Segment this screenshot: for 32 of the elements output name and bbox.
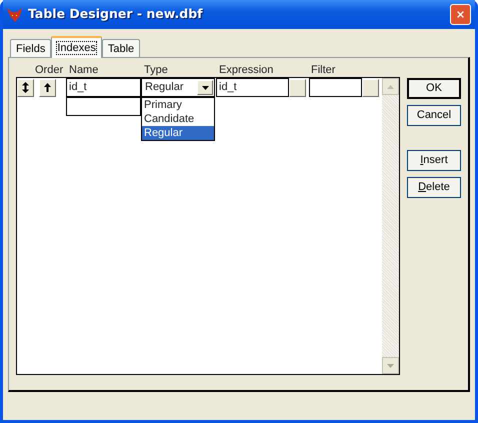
name-field[interactable] bbox=[66, 97, 141, 116]
type-combo[interactable]: Regular bbox=[141, 78, 215, 97]
caret-icon bbox=[202, 86, 208, 90]
fox-icon bbox=[6, 6, 23, 22]
column-header: Order bbox=[35, 63, 64, 78]
filter-builder-button[interactable] bbox=[362, 78, 379, 96]
dropdown-button[interactable] bbox=[197, 80, 213, 95]
name-field[interactable]: id_t bbox=[66, 78, 141, 97]
dropdown-option[interactable]: Candidate bbox=[142, 112, 214, 126]
close-button[interactable] bbox=[450, 4, 471, 25]
dropdown-option[interactable]: Primary bbox=[142, 98, 214, 112]
mover-handle[interactable] bbox=[17, 78, 34, 96]
tab[interactable]: Indexes bbox=[51, 36, 102, 58]
dialog-button[interactable]: Insert bbox=[407, 150, 461, 171]
dialog-button[interactable]: Cancel bbox=[407, 105, 461, 126]
dialog-button[interactable]: Delete bbox=[407, 177, 461, 198]
dropdown-option[interactable]: Regular bbox=[142, 126, 214, 140]
dialog-button[interactable]: OK bbox=[407, 78, 461, 99]
expression-field[interactable]: id_t bbox=[216, 78, 289, 97]
up-arrow-icon bbox=[44, 83, 51, 92]
filter-field[interactable] bbox=[309, 78, 362, 97]
column-header: Name bbox=[69, 63, 98, 78]
column-header: Expression bbox=[219, 63, 274, 78]
column-header: Filter bbox=[311, 63, 336, 78]
column-header: Type bbox=[144, 63, 168, 78]
expression-builder-button[interactable] bbox=[289, 78, 306, 96]
up-down-arrow-icon bbox=[22, 82, 29, 93]
window-title: Table Designer - new.dbf bbox=[28, 5, 204, 24]
tab[interactable]: Fields bbox=[10, 39, 52, 57]
tab[interactable]: Table bbox=[102, 39, 140, 57]
order-button[interactable] bbox=[39, 78, 56, 96]
close-icon bbox=[457, 9, 464, 20]
